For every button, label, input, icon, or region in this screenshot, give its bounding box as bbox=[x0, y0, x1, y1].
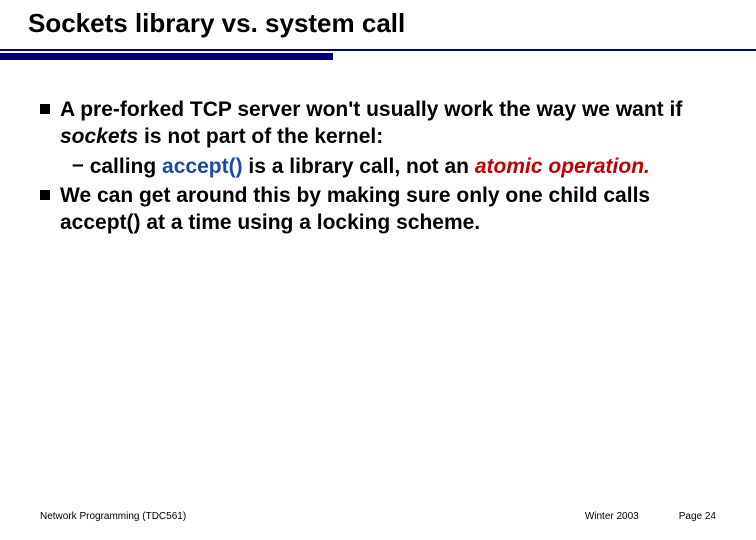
bullet-2-text: We can get around this by making sure on… bbox=[60, 182, 716, 237]
title-rule bbox=[0, 49, 756, 60]
bullet-1-em: sockets bbox=[60, 125, 138, 148]
footer: Network Programming (TDC561) Winter 2003… bbox=[0, 511, 756, 522]
bullet-1-text: A pre-forked TCP server won't usually wo… bbox=[60, 96, 716, 151]
sub-bullet-1-text: calling accept() is a library call, not … bbox=[90, 153, 650, 180]
slide: Sockets library vs. system call A pre-fo… bbox=[0, 0, 756, 540]
sub-t2: is a library call, not an bbox=[243, 155, 475, 178]
square-bullet-icon bbox=[40, 104, 50, 114]
title-block: Sockets library vs. system call bbox=[0, 0, 756, 39]
footer-right: Winter 2003 Page 24 bbox=[585, 511, 716, 522]
bullet-1-post: is not part of the kernel: bbox=[138, 125, 383, 148]
square-bullet-icon bbox=[40, 190, 50, 200]
footer-term: Winter 2003 bbox=[585, 511, 639, 522]
rule-thick bbox=[0, 53, 333, 60]
slide-title: Sockets library vs. system call bbox=[28, 8, 756, 39]
sub-t1: calling bbox=[90, 155, 162, 178]
bullet-2: We can get around this by making sure on… bbox=[40, 182, 716, 237]
sub-bullet-1: – calling accept() is a library call, no… bbox=[40, 153, 716, 180]
content-area: A pre-forked TCP server won't usually wo… bbox=[0, 60, 756, 236]
bullet-1-pre: A pre-forked TCP server won't usually wo… bbox=[60, 98, 682, 121]
sub-red: atomic operation. bbox=[475, 155, 650, 178]
dash-icon: – bbox=[72, 153, 84, 177]
footer-page: Page 24 bbox=[679, 511, 716, 522]
bullet-1: A pre-forked TCP server won't usually wo… bbox=[40, 96, 716, 151]
rule-thin bbox=[0, 49, 756, 51]
sub-blue: accept() bbox=[162, 155, 243, 178]
bullet-2-pre: We can get around this by making sure on… bbox=[60, 184, 650, 234]
footer-left: Network Programming (TDC561) bbox=[40, 511, 186, 522]
